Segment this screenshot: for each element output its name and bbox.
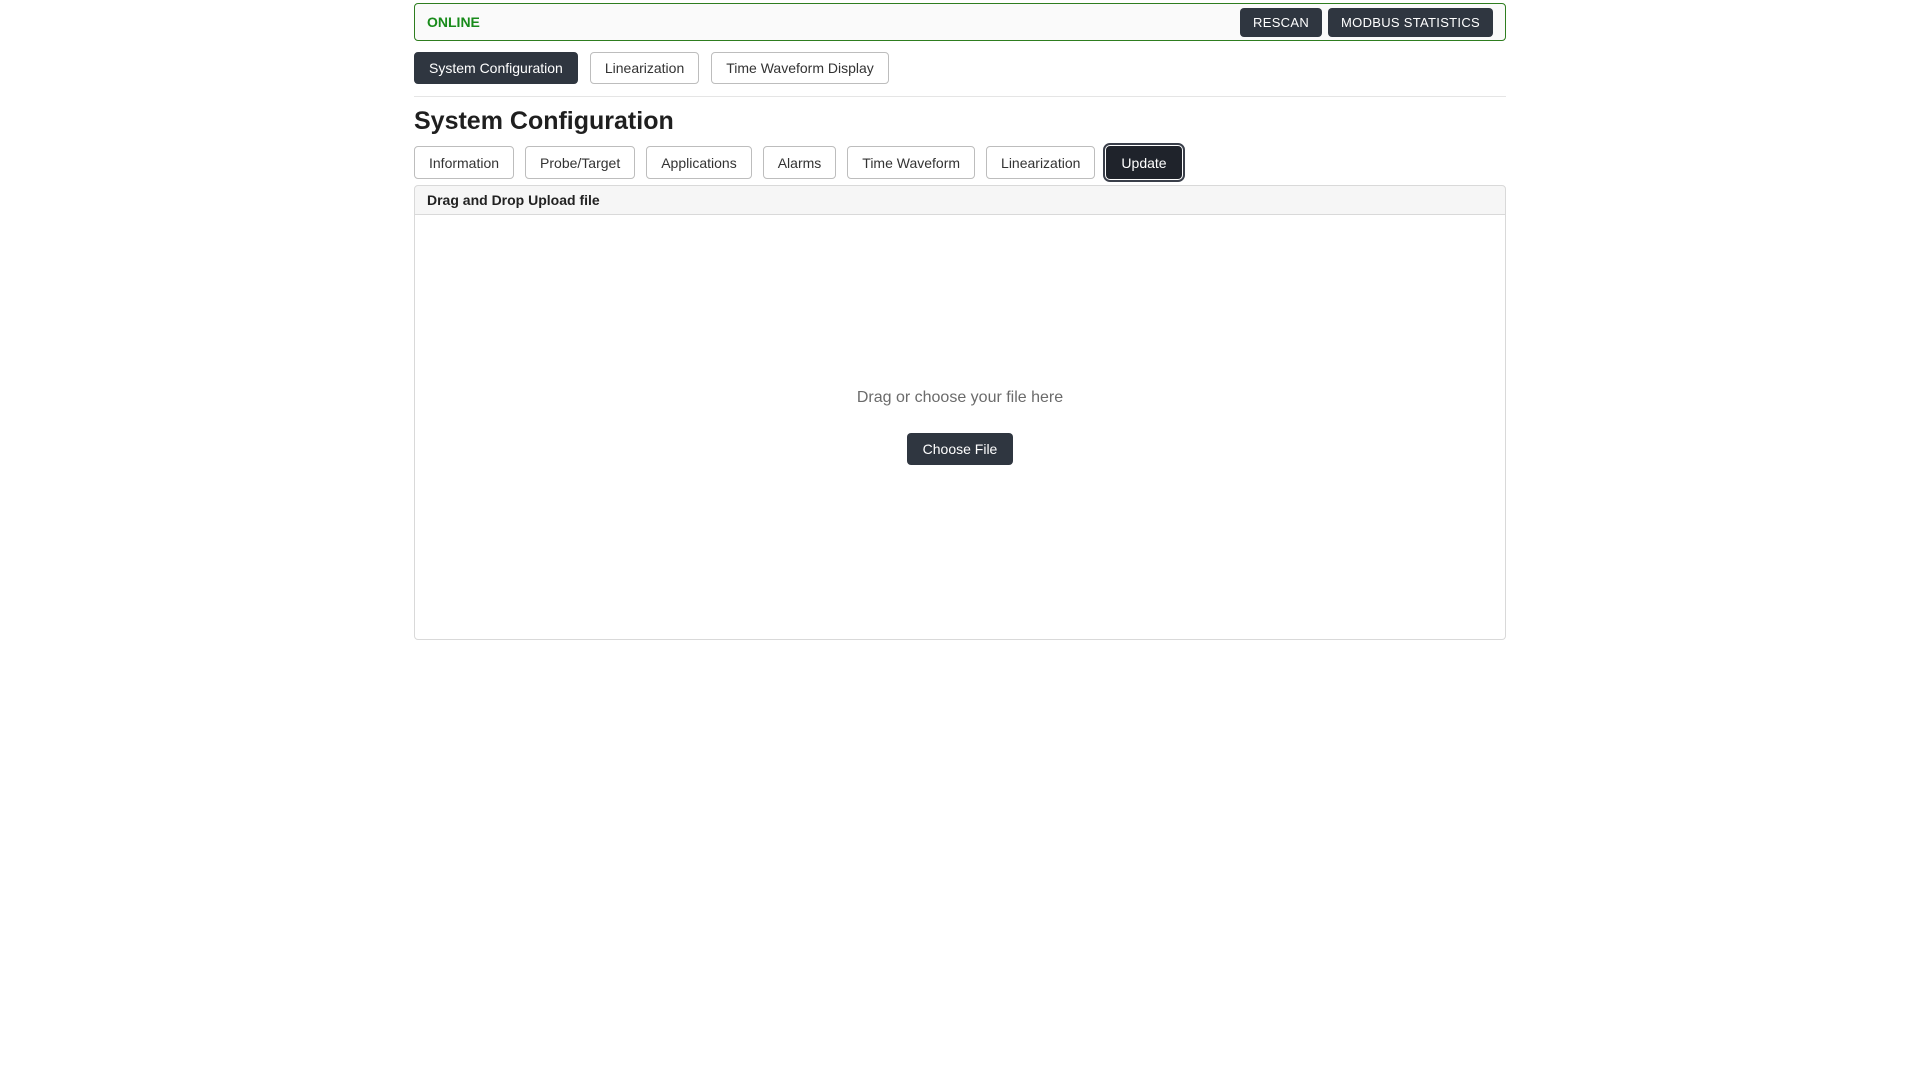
status-bar: ONLINE RESCAN MODBUS STATISTICS [414,3,1506,41]
status-label: ONLINE [427,14,480,30]
main-tabs: System Configuration Linearization Time … [414,52,1506,97]
subtab-linearization[interactable]: Linearization [986,146,1095,179]
subtab-time-waveform[interactable]: Time Waveform [847,146,975,179]
upload-panel-header: Drag and Drop Upload file [414,185,1506,215]
tab-system-configuration[interactable]: System Configuration [414,52,578,84]
tab-time-waveform-display[interactable]: Time Waveform Display [711,52,889,84]
sub-tabs: Information Probe/Target Applications Al… [414,146,1506,179]
file-dropzone[interactable]: Drag or choose your file here Choose Fil… [414,215,1506,640]
choose-file-button[interactable]: Choose File [907,433,1014,465]
modbus-statistics-button[interactable]: MODBUS STATISTICS [1328,8,1493,37]
tab-linearization[interactable]: Linearization [590,52,699,84]
subtab-alarms[interactable]: Alarms [763,146,837,179]
subtab-update[interactable]: Update [1106,146,1181,179]
subtab-information[interactable]: Information [414,146,514,179]
page-title: System Configuration [414,107,1506,136]
subtab-probe-target[interactable]: Probe/Target [525,146,635,179]
rescan-button[interactable]: RESCAN [1240,8,1322,37]
dropzone-text: Drag or choose your file here [857,389,1063,407]
status-buttons: RESCAN MODBUS STATISTICS [1240,8,1493,37]
subtab-applications[interactable]: Applications [646,146,752,179]
